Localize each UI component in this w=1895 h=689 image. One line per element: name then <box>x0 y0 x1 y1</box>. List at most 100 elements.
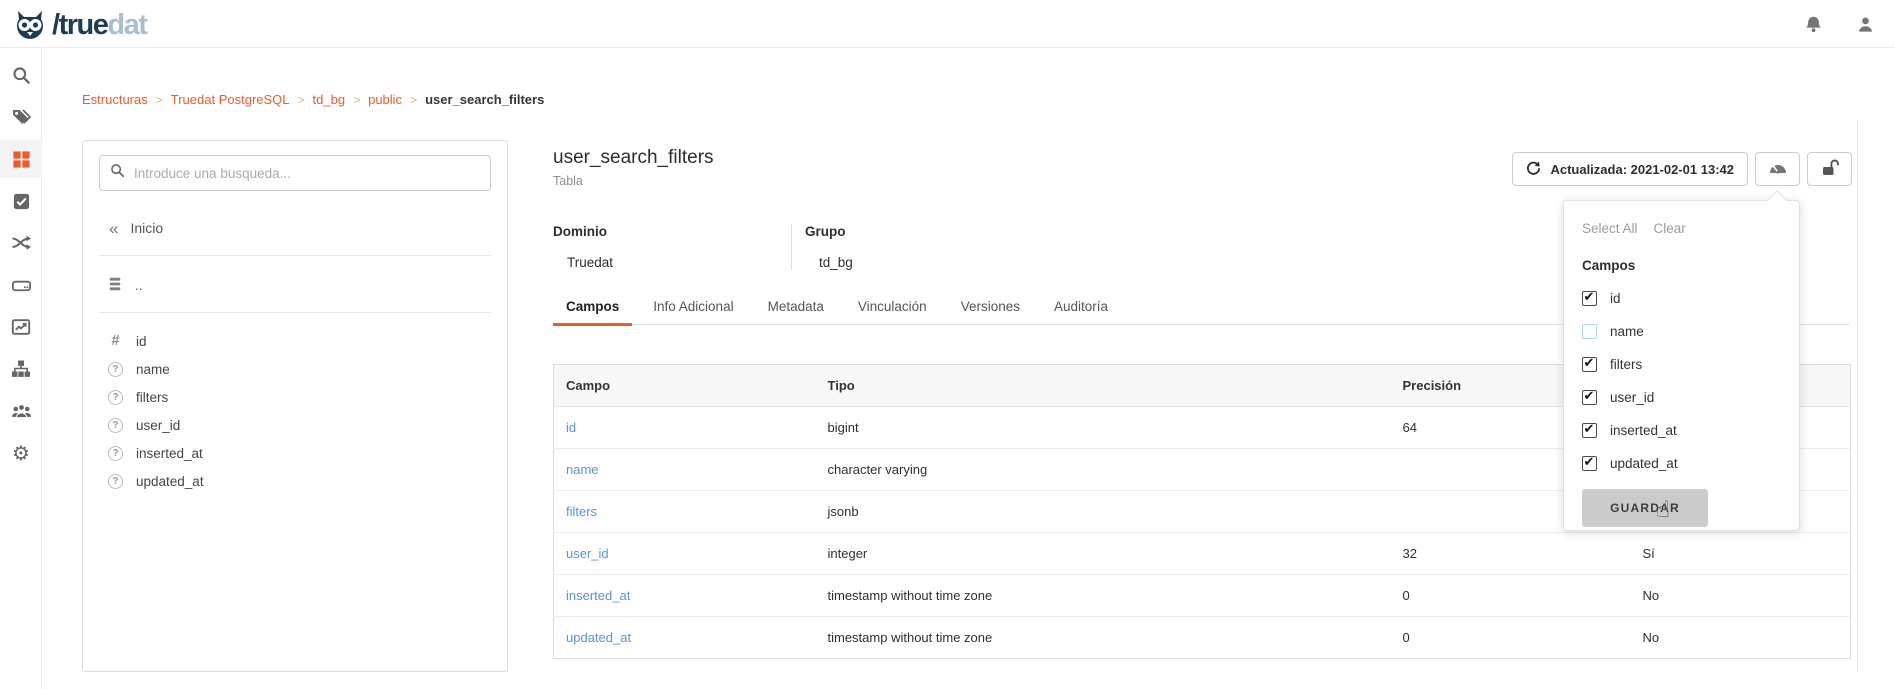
table-row: updated_at timestamp without time zone 0… <box>554 617 1851 659</box>
search-icon[interactable] <box>0 56 42 94</box>
home-link[interactable]: « Inicio <box>83 215 507 241</box>
tags-icon[interactable] <box>0 98 42 136</box>
guardar-button[interactable]: GUARDAR <box>1582 489 1708 527</box>
breadcrumb: Estructuras > Truedat PostgreSQL > td_bg… <box>82 92 544 107</box>
unlock-button[interactable] <box>1807 152 1852 186</box>
users-icon[interactable] <box>0 392 42 430</box>
checkbox-updated-at[interactable] <box>1582 456 1597 471</box>
lineage-icon[interactable] <box>0 224 42 262</box>
field-item-name[interactable]: ? name <box>83 355 507 383</box>
hash-icon: # <box>108 333 123 349</box>
breadcrumb-link[interactable]: Estructuras <box>82 92 148 107</box>
field-link[interactable]: updated_at <box>554 617 816 659</box>
truedat-logo[interactable]: /truedat <box>10 5 146 45</box>
user-icon[interactable] <box>1853 12 1877 36</box>
table-row: inserted_at timestamp without time zone … <box>554 575 1851 617</box>
bell-icon[interactable] <box>1801 12 1825 36</box>
checkbox-inserted-at[interactable] <box>1582 423 1597 438</box>
panel-search-box <box>99 155 491 191</box>
settings-gear-icon[interactable]: ⚙ <box>0 434 42 472</box>
field-label: user_id <box>136 418 180 433</box>
divider <box>99 312 491 313</box>
field-col4: No <box>1631 617 1851 659</box>
page-subtitle: Tabla <box>553 174 583 188</box>
field-item-filters[interactable]: ? filters <box>83 383 507 411</box>
field-item-updated-at[interactable]: ? updated_at <box>83 467 507 495</box>
checkbox-name[interactable] <box>1582 324 1597 339</box>
popup-option-name[interactable]: name <box>1582 323 1781 339</box>
field-precision: 32 <box>1391 533 1631 575</box>
taxonomy-icon[interactable] <box>0 350 42 388</box>
field-type: timestamp without time zone <box>816 575 1391 617</box>
field-label: id <box>136 334 147 349</box>
breadcrumb-separator: > <box>353 93 360 107</box>
popup-option-updated-at[interactable]: updated_at <box>1582 455 1781 471</box>
search-input[interactable] <box>134 166 480 181</box>
detail-value: td_bg <box>819 255 1029 270</box>
structure-browser-panel: « Inicio .. # id ? name ? filters <box>82 140 508 672</box>
checkbox-filters[interactable] <box>1582 357 1597 372</box>
table-row: user_id integer 32 Sí <box>554 533 1851 575</box>
double-chevron-left-icon: « <box>109 220 118 237</box>
owl-icon <box>10 5 50 45</box>
checkbox-user-id[interactable] <box>1582 390 1597 405</box>
breadcrumb-link[interactable]: td_bg <box>313 92 346 107</box>
breadcrumb-link[interactable]: Truedat PostgreSQL <box>171 92 290 107</box>
structures-icon[interactable] <box>0 140 42 178</box>
parent-structure-item[interactable]: .. <box>83 272 507 298</box>
tab-versiones[interactable]: Versiones <box>948 299 1033 324</box>
tab-auditoria[interactable]: Auditoría <box>1041 299 1121 324</box>
tab-metadata[interactable]: Metadata <box>755 299 837 324</box>
breadcrumb-separator: > <box>298 93 305 107</box>
popup-option-inserted-at[interactable]: inserted_at <box>1582 422 1781 438</box>
field-label: updated_at <box>136 474 204 489</box>
field-link[interactable]: id <box>554 407 816 449</box>
field-item-id[interactable]: # id <box>83 327 507 355</box>
detail-value: Truedat <box>567 255 791 270</box>
popup-option-id[interactable]: id <box>1582 290 1781 306</box>
field-link[interactable]: user_id <box>554 533 816 575</box>
breadcrumb-separator: > <box>156 93 163 107</box>
sources-icon[interactable] <box>0 266 42 304</box>
gauge-icon <box>1768 158 1788 181</box>
updated-button[interactable]: Actualizada: 2021-02-01 13:42 <box>1512 152 1748 186</box>
question-icon: ? <box>108 446 123 461</box>
updated-button-label: Actualizada: 2021-02-01 13:42 <box>1550 162 1734 177</box>
popup-arrow <box>1767 190 1787 210</box>
field-label: inserted_at <box>136 446 203 461</box>
tab-campos[interactable]: Campos <box>553 299 632 324</box>
quality-icon[interactable] <box>0 182 42 220</box>
popup-group-label: Campos <box>1582 258 1781 273</box>
question-icon: ? <box>108 362 123 377</box>
field-col4: No <box>1631 575 1851 617</box>
field-col4: Sí <box>1631 533 1851 575</box>
field-type: character varying <box>816 449 1391 491</box>
field-link[interactable]: inserted_at <box>554 575 816 617</box>
tab-vinculacion[interactable]: Vinculación <box>845 299 940 324</box>
checkbox-id[interactable] <box>1582 291 1597 306</box>
field-item-user-id[interactable]: ? user_id <box>83 411 507 439</box>
breadcrumb-link[interactable]: public <box>368 92 402 107</box>
parent-structure-label: .. <box>135 278 143 293</box>
popup-option-user-id[interactable]: user_id <box>1582 389 1781 405</box>
field-link[interactable]: name <box>554 449 816 491</box>
checkbox-label: id <box>1610 291 1621 306</box>
question-icon: ? <box>108 418 123 433</box>
checkbox-label: updated_at <box>1610 456 1678 471</box>
divider <box>1857 120 1858 672</box>
database-icon <box>107 276 123 295</box>
details-section: Dominio Truedat Grupo td_bg <box>553 224 1029 270</box>
field-type: bigint <box>816 407 1391 449</box>
gauge-button[interactable] <box>1755 152 1800 186</box>
field-link[interactable]: filters <box>554 491 816 533</box>
tab-info-adicional[interactable]: Info Adicional <box>640 299 746 324</box>
charts-icon[interactable] <box>0 308 42 346</box>
field-precision: 0 <box>1391 617 1631 659</box>
select-all-link[interactable]: Select All <box>1582 221 1638 236</box>
question-icon: ? <box>108 474 123 489</box>
detail-label: Grupo <box>805 224 1029 239</box>
clear-link[interactable]: Clear <box>1654 221 1686 236</box>
field-item-inserted-at[interactable]: ? inserted_at <box>83 439 507 467</box>
popup-option-filters[interactable]: filters <box>1582 356 1781 372</box>
field-type: timestamp without time zone <box>816 617 1391 659</box>
